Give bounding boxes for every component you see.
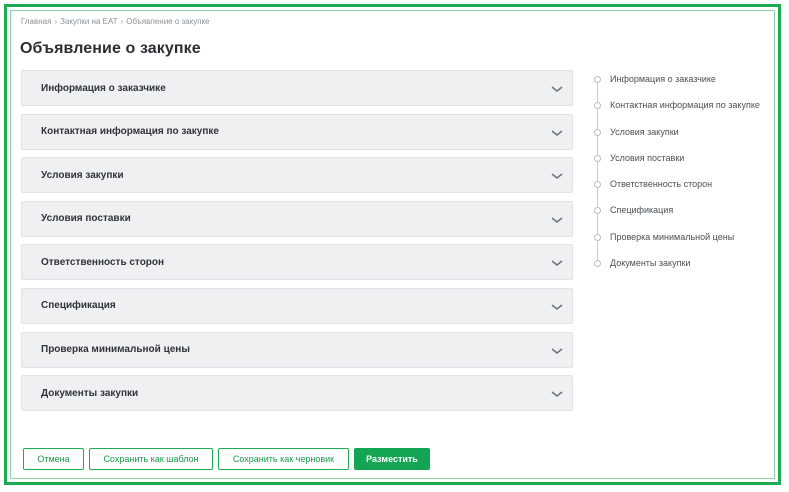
toc-item-purchase-documents[interactable]: Документы закупки xyxy=(594,258,760,284)
section-label: Условия закупки xyxy=(41,169,124,181)
chevron-down-icon xyxy=(551,391,563,398)
chevron-down-icon xyxy=(551,347,563,354)
toc-item-label: Условия закупки xyxy=(610,126,679,137)
section-label: Спецификация xyxy=(41,300,116,312)
section-liability[interactable]: Ответственность сторон xyxy=(21,244,573,281)
section-label: Контактная информация по закупке xyxy=(41,126,219,138)
save-template-button[interactable]: Сохранить как шаблон xyxy=(89,448,213,470)
toc-item-label: Документы закупки xyxy=(610,258,691,269)
toc-item-contact-info[interactable]: Контактная информация по закупке xyxy=(594,100,760,126)
breadcrumb: Главная › Закупки на ЕАТ › Объявление о … xyxy=(21,17,210,26)
circle-icon xyxy=(594,260,601,268)
breadcrumb-separator: › xyxy=(54,17,58,26)
circle-icon xyxy=(594,233,601,241)
toc-item-label: Ответственность сторон xyxy=(610,179,713,190)
form-actions: Отмена Сохранить как шаблон Сохранить ка… xyxy=(23,448,430,470)
circle-icon xyxy=(594,181,601,189)
toc-item-label: Условия поставки xyxy=(610,152,685,163)
save-draft-button[interactable]: Сохранить как черновик xyxy=(218,448,349,470)
chevron-down-icon xyxy=(551,260,563,267)
toc-item-customer-info[interactable]: Информация о заказчике xyxy=(594,74,760,100)
toc-item-label: Информация о заказчике xyxy=(610,74,716,84)
toc-item-specification[interactable]: Спецификация xyxy=(594,205,760,231)
section-purchase-documents[interactable]: Документы закупки xyxy=(21,375,573,412)
toc-item-min-price-check[interactable]: Проверка минимальной цены xyxy=(594,232,760,258)
section-accordion-list: Информация о заказчике Контактная информ… xyxy=(21,70,573,419)
chevron-down-icon xyxy=(551,173,563,180)
chevron-down-icon xyxy=(551,130,563,136)
toc-item-label: Проверка минимальной цены xyxy=(610,231,735,242)
toc-item-label: Контактная информация по закупке xyxy=(610,100,760,111)
section-label: Информация о заказчике xyxy=(41,82,166,94)
section-label: Документы закупки xyxy=(41,387,139,399)
page-title: Объявление о закупке xyxy=(20,40,201,57)
circle-icon xyxy=(594,154,601,162)
section-label: Условия поставки xyxy=(41,213,131,225)
section-label: Ответственность сторон xyxy=(41,256,165,268)
section-delivery-terms[interactable]: Условия поставки xyxy=(21,200,573,237)
section-customer-info[interactable]: Информация о заказчике xyxy=(21,70,573,106)
breadcrumb-home[interactable]: Главная xyxy=(21,17,51,26)
toc-item-label: Спецификация xyxy=(610,205,674,216)
section-min-price-check[interactable]: Проверка минимальной цены xyxy=(21,331,573,368)
circle-icon xyxy=(594,102,601,110)
circle-icon xyxy=(594,207,601,215)
publish-button[interactable]: Разместить xyxy=(354,448,430,470)
breadcrumb-current: Объявление о закупке xyxy=(126,17,210,26)
table-of-contents: Информация о заказчике Контактная информ… xyxy=(594,74,760,284)
section-contact-info[interactable]: Контактная информация по закупке xyxy=(21,113,573,150)
section-label: Проверка минимальной цены xyxy=(41,344,190,356)
section-purchase-terms[interactable]: Условия закупки xyxy=(21,157,573,194)
cancel-button[interactable]: Отмена xyxy=(23,448,84,470)
toc-item-purchase-terms[interactable]: Условия закупки xyxy=(594,127,760,153)
section-specification[interactable]: Спецификация xyxy=(21,287,573,324)
toc-item-liability[interactable]: Ответственность сторон xyxy=(594,179,760,205)
breadcrumb-purchases[interactable]: Закупки на ЕАТ xyxy=(60,17,117,26)
chevron-down-icon xyxy=(551,217,563,223)
circle-icon xyxy=(594,76,601,83)
chevron-down-icon xyxy=(551,86,563,92)
circle-icon xyxy=(594,128,601,136)
chevron-down-icon xyxy=(551,304,563,310)
breadcrumb-separator: › xyxy=(120,17,124,26)
toc-item-delivery-terms[interactable]: Условия поставки xyxy=(594,153,760,179)
